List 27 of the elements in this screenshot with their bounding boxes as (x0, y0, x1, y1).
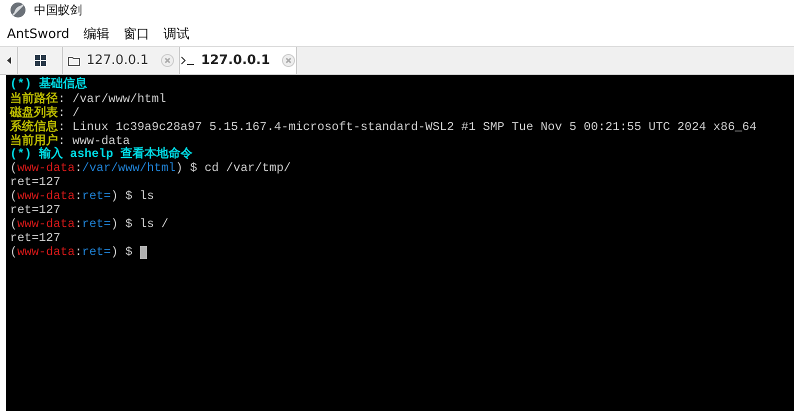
app-logo-icon (10, 2, 26, 18)
caret-icon (6, 57, 10, 64)
grid-icon (34, 55, 46, 66)
menu-item[interactable]: AntSword (7, 26, 70, 42)
terminal-line: 当前用户: www-data (10, 132, 130, 148)
terminal-line: (www-data:ret=) $ (10, 245, 134, 259)
text-cursor (140, 246, 147, 258)
terminal-line: (www-data:ret=) $ ls (10, 189, 154, 203)
window-title: 中国蚁剑 (34, 2, 82, 18)
close-icon[interactable] (160, 54, 174, 67)
terminal-line: ret=127 (10, 203, 60, 217)
folder-icon (68, 56, 80, 66)
menu-item[interactable]: 编辑 (83, 25, 110, 43)
terminal-line: 系统信息: Linux 1c39a9c28a97 5.15.167.4-microsoft-standard-WSL2 #1 SMP Tue Nov 5 00:21:55 UTC 2024 x86_64 (10, 118, 757, 134)
menu-item[interactable]: 调试 (163, 25, 190, 43)
terminal-line: ret=127 (10, 231, 60, 245)
terminal-line: (www-data:ret=) $ ls / (10, 217, 168, 231)
tab[interactable]: 127.0.0.1 (180, 47, 297, 74)
terminal-line: 磁盘列表: / (10, 104, 80, 120)
terminal-line: 当前路径: /var/www/html (10, 90, 166, 106)
terminal-line: ret=127 (10, 175, 60, 189)
terminal-line: (*) 输入 ashelp 查看本地命令 (10, 147, 192, 161)
terminal-line: (www-data:/var/www/html) $ cd /var/tmp/ (10, 161, 291, 175)
menu-item[interactable]: 窗口 (123, 25, 150, 43)
close-icon[interactable] (282, 54, 296, 67)
terminal-line: (*) 基础信息 (10, 77, 87, 91)
terminal-prompt-icon (180, 56, 195, 65)
